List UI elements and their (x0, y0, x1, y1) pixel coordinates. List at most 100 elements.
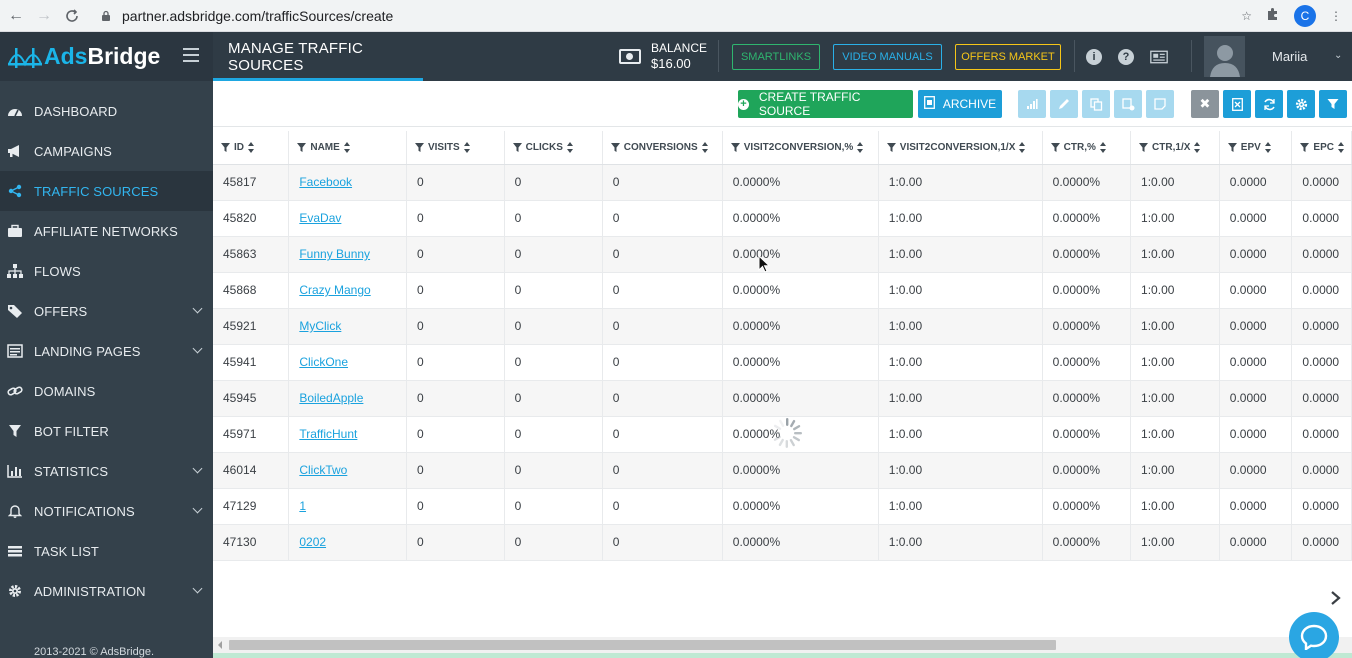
sort-icon[interactable] (857, 141, 864, 153)
table-row[interactable]: 45941 ClickOne 0 0 0 0.0000% 1:0.00 0.0000% 1:0.… (213, 344, 1352, 381)
filter-icon[interactable] (297, 142, 307, 152)
column-header[interactable]: CTR,% (1042, 131, 1132, 165)
traffic-source-name-link[interactable]: Crazy Mango (299, 283, 370, 297)
user-menu-chevron-icon[interactable]: ⌄ (1334, 50, 1342, 61)
filter-icon[interactable] (414, 142, 424, 152)
help-icon[interactable]: ? (1117, 48, 1135, 66)
sort-icon[interactable] (1099, 141, 1106, 153)
table-row[interactable]: 45820 EvaDav 0 0 0 0.0000% 1:0.00 0.0000% 1:0.00… (213, 200, 1352, 237)
column-header[interactable]: EPC (1291, 131, 1352, 165)
sidebar-item-traffic-sources[interactable]: TRAFFIC SOURCES (0, 171, 213, 211)
column-header[interactable]: CTR,1/X (1130, 131, 1220, 165)
address-bar[interactable]: partner.adsbridge.com/trafficSources/cre… (100, 8, 1241, 24)
sidebar-item-offers[interactable]: OFFERS (0, 291, 213, 331)
video-manuals-button[interactable]: VIDEO MANUALS (833, 44, 942, 70)
back-icon[interactable]: ← (4, 4, 28, 28)
traffic-source-name-link[interactable]: 1 (299, 499, 306, 513)
column-header[interactable]: CONVERSIONS (602, 131, 723, 165)
settings-button[interactable] (1287, 90, 1315, 118)
sort-icon[interactable] (566, 141, 573, 153)
copy-button-disabled[interactable] (1082, 90, 1110, 118)
sidebar-item-administration[interactable]: ADMINISTRATION (0, 571, 213, 611)
user-name[interactable]: Mariia (1272, 49, 1307, 64)
table-row[interactable]: 45945 BoiledApple 0 0 0 0.0000% 1:0.00 0.0000% 1… (213, 380, 1352, 417)
note-button-disabled[interactable] (1146, 90, 1174, 118)
traffic-source-name-link[interactable]: Facebook (299, 175, 352, 189)
filter-icon[interactable] (512, 142, 522, 152)
filter-icon[interactable] (1300, 142, 1310, 152)
smartlinks-button[interactable]: SMARTLINKS (732, 44, 820, 70)
table-row[interactable]: 45817 Facebook 0 0 0 0.0000% 1:0.00 0.0000% 1:0.… (213, 164, 1352, 201)
sidebar-item-statistics[interactable]: STATISTICS (0, 451, 213, 491)
sidebar-item-affiliate-networks[interactable]: AFFILIATE NETWORKS (0, 211, 213, 251)
browser-menu-icon[interactable]: ⋮ (1330, 9, 1342, 23)
table-row[interactable]: 45863 Funny Bunny 0 0 0 0.0000% 1:0.00 0.0000% 1… (213, 236, 1352, 273)
bookmark-star-icon[interactable]: ☆ (1241, 9, 1252, 23)
sidebar-item-dashboard[interactable]: DASHBOARD (0, 91, 213, 131)
filter-icon[interactable] (886, 142, 896, 152)
filter-icon[interactable] (1050, 142, 1060, 152)
column-header[interactable]: NAME (288, 131, 407, 165)
extensions-icon[interactable] (1266, 7, 1280, 24)
traffic-source-name-link[interactable]: 0202 (299, 535, 326, 549)
adsbridge-logo[interactable]: AdsBridge (0, 32, 213, 81)
sort-icon[interactable] (1194, 141, 1201, 153)
sidebar-item-task-list[interactable]: TASK LIST (0, 531, 213, 571)
table-row[interactable]: 46014 ClickTwo 0 0 0 0.0000% 1:0.00 0.0000% 1:0.… (213, 452, 1352, 489)
horizontal-scrollbar[interactable] (213, 637, 1352, 653)
info-icon[interactable]: i (1085, 48, 1103, 66)
clear-button[interactable]: ✖ (1191, 90, 1219, 118)
export-excel-button[interactable] (1223, 90, 1251, 118)
column-header[interactable]: EPV (1219, 131, 1293, 165)
sidebar-item-campaigns[interactable]: CAMPAIGNS (0, 131, 213, 171)
sort-icon[interactable] (343, 141, 350, 153)
filter-icon[interactable] (221, 142, 230, 152)
traffic-source-name-link[interactable]: Funny Bunny (299, 247, 370, 261)
column-header[interactable]: ID (213, 131, 290, 165)
sort-icon[interactable] (1019, 141, 1026, 153)
loading-stop-icon[interactable] (60, 4, 84, 28)
sidebar-item-flows[interactable]: FLOWS (0, 251, 213, 291)
sort-icon[interactable] (701, 141, 708, 153)
hamburger-menu-icon[interactable] (183, 48, 199, 62)
archive-button[interactable]: ARCHIVE (918, 90, 1002, 118)
traffic-source-name-link[interactable]: ClickOne (299, 355, 348, 369)
table-row[interactable]: 47130 0202 0 0 0 0.0000% 1:0.00 0.0000% 1:0.00 0.… (213, 524, 1352, 561)
sort-icon[interactable] (463, 141, 470, 153)
chat-bubble-button[interactable] (1289, 612, 1339, 658)
filter-icon[interactable] (1139, 142, 1149, 152)
sort-icon[interactable] (248, 141, 254, 153)
filter-icon[interactable] (1227, 142, 1237, 152)
table-row[interactable]: 45868 Crazy Mango 0 0 0 0.0000% 1:0.00 0.0000% 1… (213, 272, 1352, 309)
sort-icon[interactable] (1264, 141, 1271, 153)
traffic-source-name-link[interactable]: MyClick (299, 319, 341, 333)
filter-icon[interactable] (610, 142, 620, 152)
traffic-source-name-link[interactable]: BoiledApple (299, 391, 363, 405)
edit-button-disabled[interactable] (1050, 90, 1078, 118)
filter-button[interactable] (1319, 90, 1347, 118)
table-row[interactable]: 45921 MyClick 0 0 0 0.0000% 1:0.00 0.0000% 1:0.0… (213, 308, 1352, 345)
column-header[interactable]: CLICKS (504, 131, 603, 165)
traffic-source-name-link[interactable]: ClickTwo (299, 463, 347, 477)
filter-icon[interactable] (730, 142, 740, 152)
create-traffic-source-button[interactable]: + CREATE TRAFFIC SOURCE (738, 90, 913, 118)
sidebar-item-landing-pages[interactable]: LANDING PAGES (0, 331, 213, 371)
user-avatar[interactable] (1204, 36, 1245, 77)
forward-icon[interactable]: → (32, 4, 56, 28)
table-row[interactable]: 47129 1 0 0 0 0.0000% 1:0.00 0.0000% 1:0.00 0.000… (213, 488, 1352, 525)
clone-button-disabled[interactable] (1114, 90, 1142, 118)
scroll-left-arrow-icon[interactable] (218, 641, 222, 649)
profile-avatar[interactable]: C (1294, 4, 1316, 27)
horizontal-scrollbar-thumb[interactable] (229, 640, 1056, 650)
refresh-button[interactable] (1255, 90, 1283, 118)
traffic-source-name-link[interactable]: EvaDav (299, 211, 341, 225)
offers-market-button[interactable]: OFFERS MARKET (955, 44, 1061, 70)
column-header[interactable]: VISITS (406, 131, 505, 165)
column-header[interactable]: VISIT2CONVERSION,1/X (878, 131, 1043, 165)
sidebar-item-domains[interactable]: DOMAINS (0, 371, 213, 411)
column-header[interactable]: VISIT2CONVERSION,% (722, 131, 879, 165)
sidebar-item-bot-filter[interactable]: BOT FILTER (0, 411, 213, 451)
stats-button-disabled[interactable] (1018, 90, 1046, 118)
news-icon[interactable] (1150, 48, 1168, 66)
sort-icon[interactable] (1337, 141, 1344, 153)
